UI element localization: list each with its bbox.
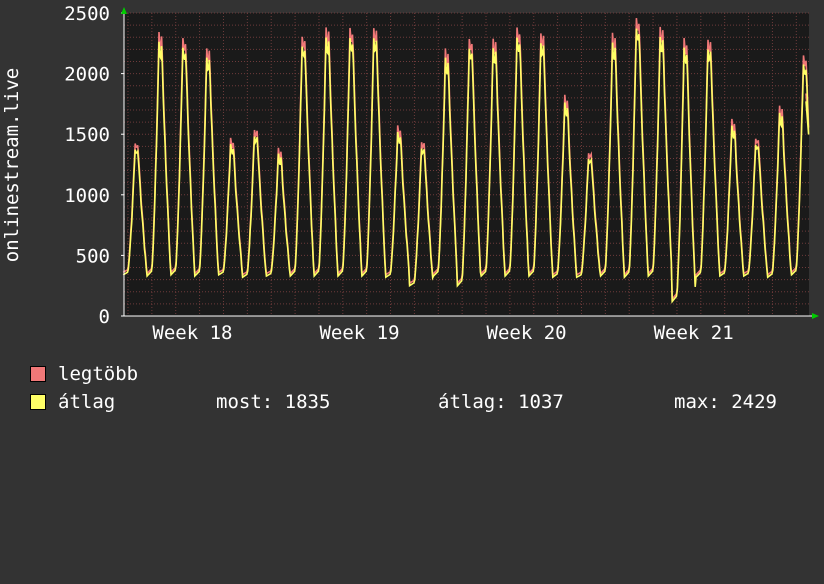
x-axis-arrow-icon (812, 313, 819, 319)
legend-label-avg: átlag (58, 391, 116, 413)
stat-max: max: 2429 (674, 391, 777, 413)
legend-row-max: legtöbb (30, 360, 138, 388)
y-axis-arrow-icon (121, 7, 127, 14)
y-tick-label: 2500 (64, 3, 110, 25)
x-tick-label: Week 21 (654, 322, 734, 344)
y-tick-label: 1000 (64, 185, 110, 207)
legend: legtöbb átlag most: 1835 átlag: 1037 max… (30, 360, 777, 416)
x-tick-label: Week 18 (152, 322, 232, 344)
x-ticks: Week 18 Week 19 Week 20 Week 21 (152, 322, 733, 344)
y-tick-label: 500 (76, 245, 110, 267)
legend-swatch-avg (30, 394, 46, 410)
stat-now: most: 1835 (216, 391, 331, 413)
y-ticks: 0 500 1000 1500 2000 2500 (64, 3, 124, 328)
legend-label-max: legtöbb (58, 363, 139, 385)
stat-mean: átlag: 1037 (438, 391, 564, 413)
y-tick-label: 1500 (64, 124, 110, 146)
y-tick-label: 2000 (64, 64, 110, 86)
x-tick-label: Week 19 (319, 322, 399, 344)
y-tick-label: 0 (99, 306, 110, 328)
legend-swatch-max (30, 366, 46, 382)
x-tick-label: Week 20 (487, 322, 567, 344)
y-axis-label: onlinestream.live (1, 68, 23, 262)
legend-row-avg: átlag most: 1835 átlag: 1037 max: 2429 (30, 388, 777, 416)
